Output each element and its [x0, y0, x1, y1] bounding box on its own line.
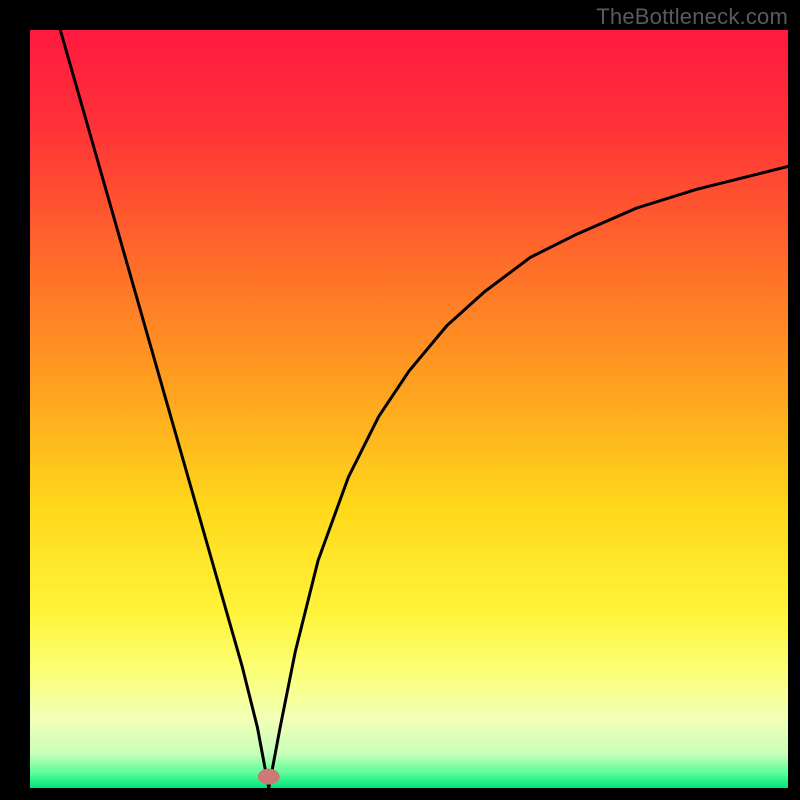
watermark-text: TheBottleneck.com [596, 4, 788, 30]
chart-frame: TheBottleneck.com [0, 0, 800, 800]
bottleneck-chart [0, 0, 800, 800]
minimum-marker [258, 769, 280, 785]
plot-background [30, 30, 788, 788]
